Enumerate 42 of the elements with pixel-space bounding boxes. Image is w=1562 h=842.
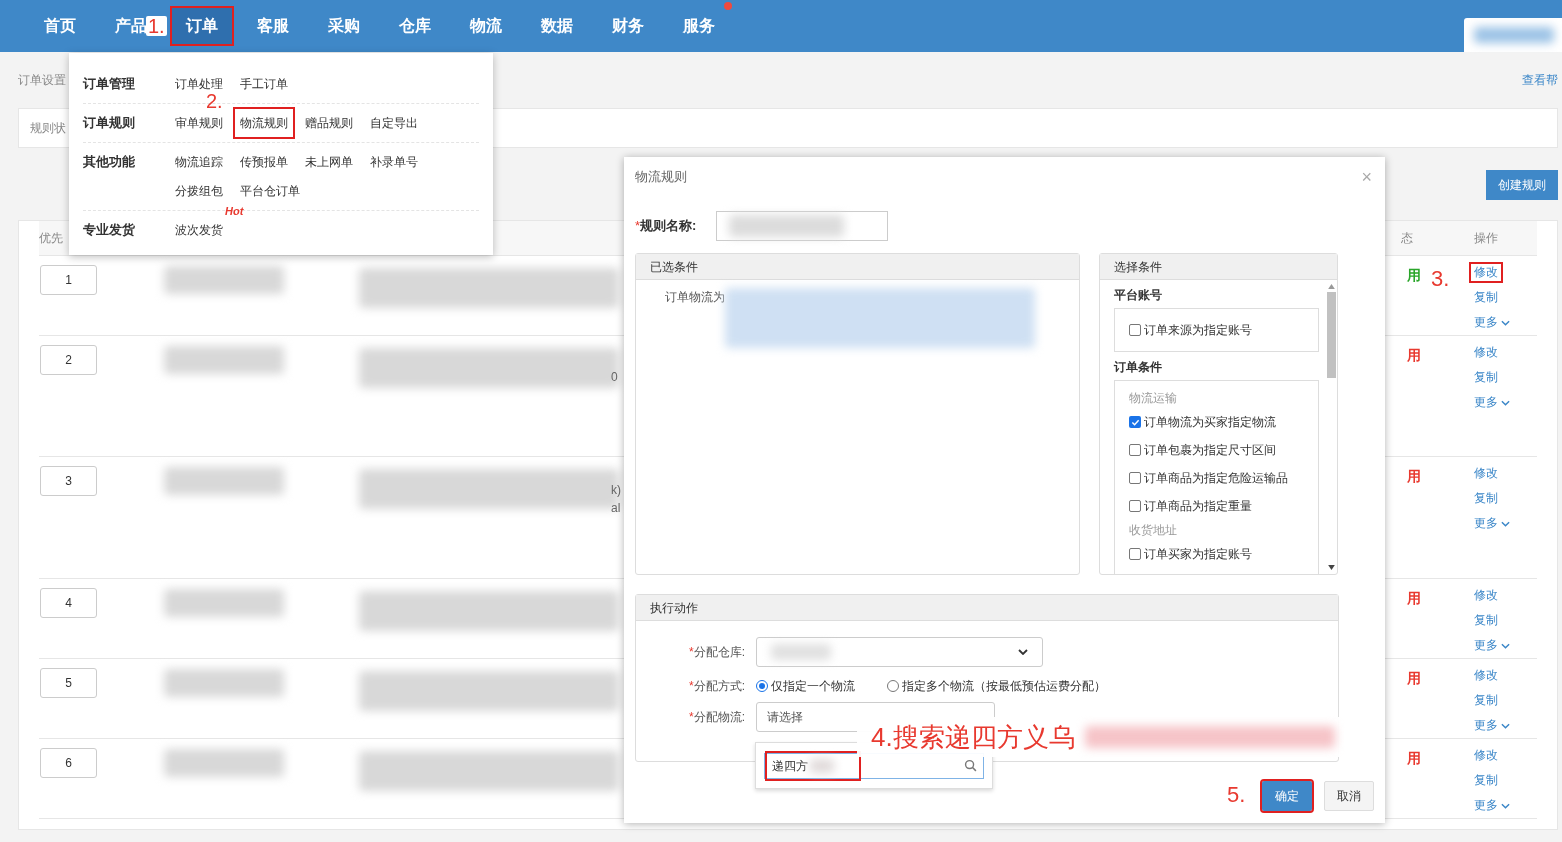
panel-header: 执行动作	[636, 595, 1338, 621]
annotation-text: 5.	[1227, 784, 1246, 806]
cell-text: 0	[611, 369, 618, 386]
required-mark: *	[635, 217, 641, 236]
annotation-text: 3.	[1431, 268, 1450, 290]
required-mark: *	[689, 709, 694, 726]
status-text: 用	[1407, 749, 1421, 768]
column-header: 态	[1401, 230, 1413, 247]
annotation-text: 4.搜索递四方义乌	[871, 720, 1075, 754]
dialog-title: 物流规则	[635, 168, 687, 187]
cell-text: al	[611, 500, 621, 517]
annotation-text: 2.	[206, 91, 223, 111]
condition-text: 订单物流为	[665, 289, 725, 306]
required-mark: *	[689, 644, 694, 661]
section-title: 订单条件	[1114, 359, 1163, 376]
menu-group-title: 订单规则	[83, 114, 136, 132]
status-text: 用	[1407, 346, 1421, 365]
menu-group-title: 订单管理	[83, 75, 136, 93]
status-text: 用	[1407, 467, 1421, 486]
filter-label: 规则状	[30, 120, 66, 137]
field-label: 规则名称:	[640, 217, 697, 236]
status-text: 用	[1407, 589, 1421, 608]
panel-header: 选择条件	[1100, 254, 1337, 280]
field-label: 分配物流:	[693, 709, 745, 726]
field-label: 分配方式:	[693, 678, 745, 695]
cell-text: k)	[611, 482, 621, 499]
menu-group-title: 其他功能	[83, 153, 136, 171]
status-text: 用	[1407, 266, 1421, 285]
group-title: 收货地址	[1129, 522, 1178, 539]
section-title: 平台账号	[1114, 287, 1163, 304]
search-value: 递四方	[772, 757, 808, 775]
hot-label: Hot	[225, 204, 244, 219]
column-header: 操作	[1474, 230, 1498, 247]
breadcrumb: 订单设置	[18, 72, 66, 89]
column-header: 优先	[39, 230, 63, 247]
status-text: 用	[1407, 669, 1421, 688]
field-label: 分配仓库:	[693, 644, 745, 661]
required-mark: *	[689, 678, 694, 695]
group-title: 物流运输	[1129, 390, 1178, 407]
annotation-text: 1.	[146, 16, 167, 36]
panel-header: 已选条件	[636, 254, 1079, 280]
menu-group-title: 专业发货	[83, 221, 136, 239]
